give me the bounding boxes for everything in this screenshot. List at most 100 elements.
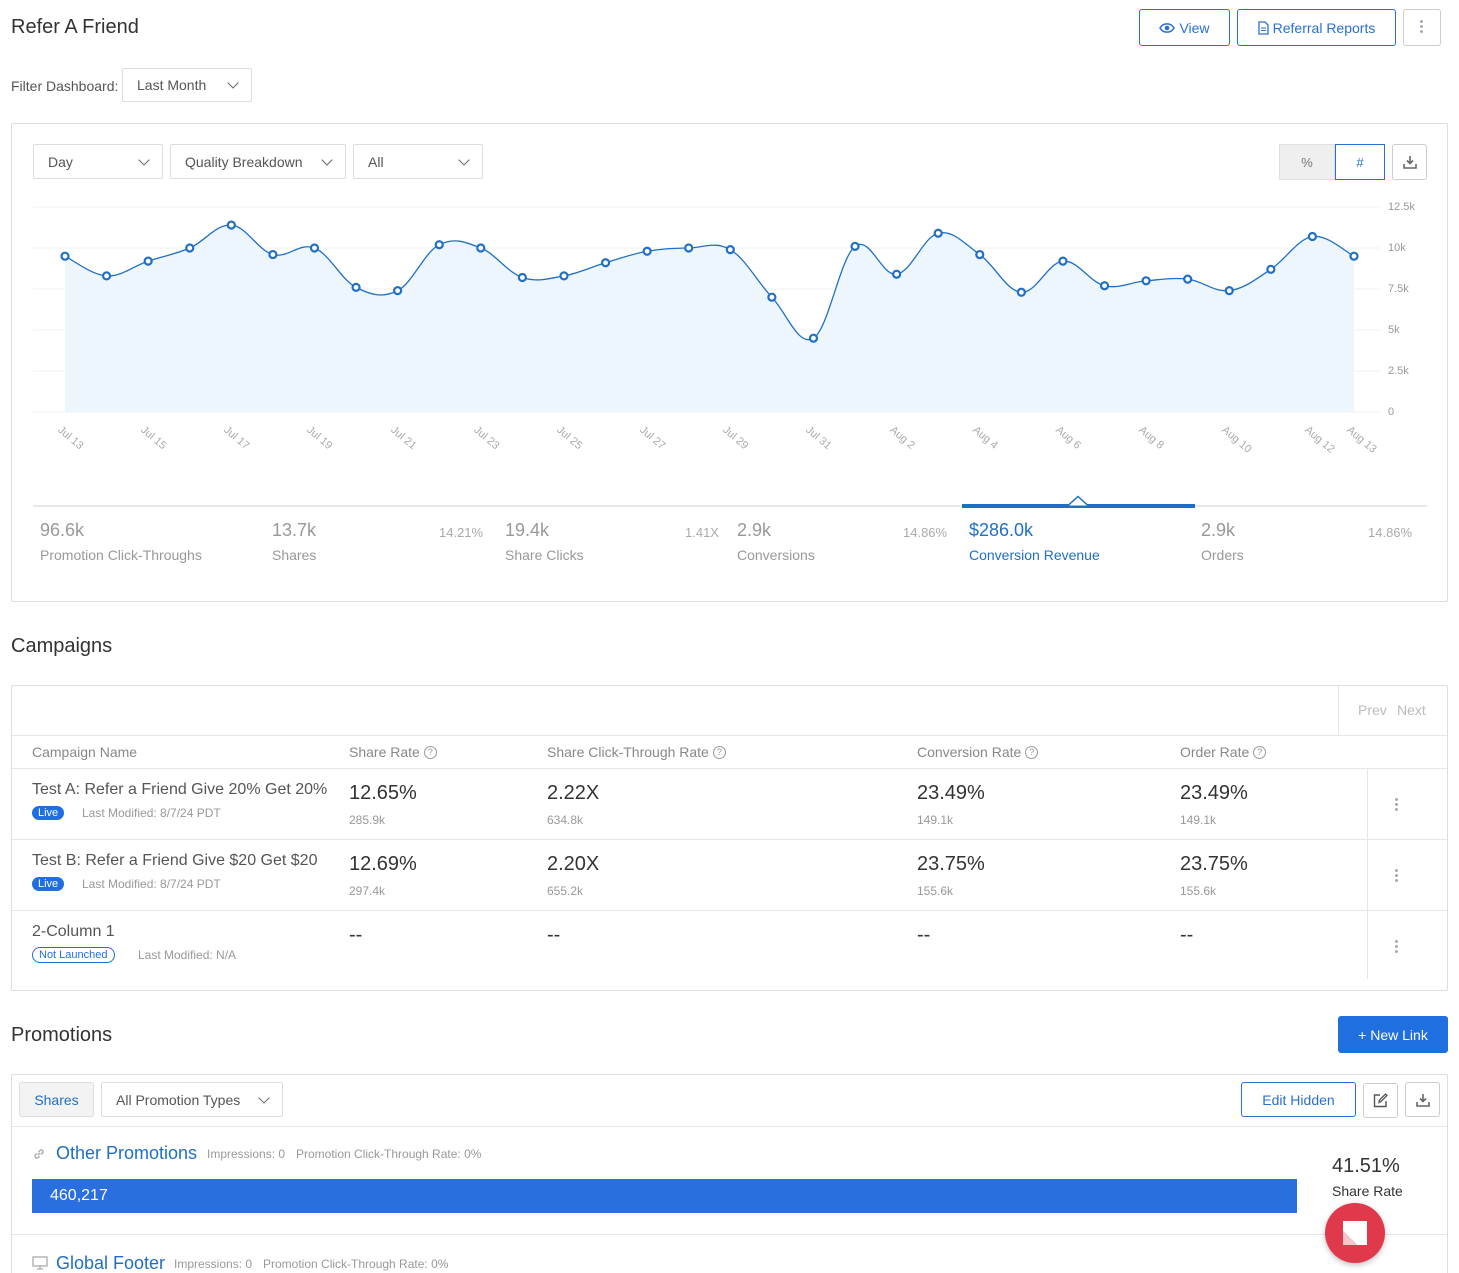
header-share-ctr[interactable]: Share Click-Through Rate?	[547, 744, 726, 760]
conversion-count: 155.6k	[917, 884, 954, 898]
edit-icon	[1373, 1093, 1388, 1108]
data-point[interactable]	[1183, 274, 1193, 284]
shares-tab[interactable]: Shares	[19, 1082, 94, 1117]
data-point[interactable]	[185, 243, 195, 253]
data-point[interactable]	[1016, 287, 1026, 297]
divider	[12, 768, 1447, 769]
data-point[interactable]	[1099, 281, 1110, 291]
help-icon[interactable]: ?	[712, 745, 726, 759]
promotion-share-rate-label: Share Rate	[1332, 1183, 1403, 1199]
share-rate-value: 12.69%	[349, 853, 417, 875]
stat-orders[interactable]: 2.9k Orders	[1201, 520, 1244, 563]
data-point[interactable]	[268, 249, 278, 260]
data-point[interactable]	[1058, 256, 1068, 266]
data-point[interactable]	[226, 220, 236, 230]
promotion-type-select[interactable]: All Promotion Types	[101, 1082, 283, 1117]
data-point[interactable]	[476, 243, 486, 253]
row-menu-icon[interactable]	[1395, 940, 1399, 955]
data-point[interactable]	[975, 249, 985, 260]
help-icon[interactable]: ?	[423, 745, 437, 759]
campaign-name-link[interactable]: Test B: Refer a Friend Give $20 Get $20	[32, 852, 317, 870]
divider	[1338, 686, 1339, 735]
conversion-rate-value: --	[917, 924, 931, 946]
divider	[12, 910, 1447, 911]
data-point[interactable]	[1307, 231, 1318, 242]
stat-click-throughs[interactable]: 96.6k Promotion Click-Throughs	[40, 520, 202, 563]
next-button[interactable]: Next	[1397, 702, 1426, 718]
y-tick-label: 12.5k	[1388, 201, 1415, 213]
y-tick-label: 10k	[1388, 242, 1406, 254]
help-icon[interactable]: ?	[1025, 745, 1039, 759]
promotion-share-rate: 41.51%	[1332, 1155, 1400, 1177]
stat-conversions[interactable]: 2.9k Conversions	[737, 520, 815, 563]
area-fill	[65, 224, 1354, 412]
data-point[interactable]	[434, 240, 444, 250]
share-rate-value: --	[349, 924, 363, 946]
edit-button[interactable]	[1363, 1083, 1398, 1118]
data-point[interactable]	[101, 271, 112, 281]
data-point[interactable]	[1266, 264, 1276, 274]
stat-value: 19.4k	[505, 520, 550, 540]
link-icon	[34, 1149, 44, 1159]
y-tick-label: 5k	[1388, 324, 1400, 336]
header-share-rate[interactable]: Share Rate?	[349, 744, 437, 760]
data-point[interactable]	[143, 256, 153, 266]
edit-hidden-button[interactable]: Edit Hidden	[1241, 1082, 1356, 1117]
campaigns-panel	[11, 685, 1448, 991]
promotions-download-button[interactable]	[1405, 1082, 1440, 1117]
share-ctr-count: 634.8k	[547, 813, 584, 827]
prev-button[interactable]: Prev	[1358, 702, 1387, 718]
order-count: 155.6k	[1180, 884, 1217, 898]
data-point[interactable]	[309, 243, 320, 253]
data-point[interactable]	[767, 292, 777, 302]
data-point[interactable]	[1141, 276, 1151, 286]
conversion-count: 149.1k	[917, 813, 954, 827]
promotion-bar-value: 460,217	[50, 1187, 108, 1204]
data-point[interactable]	[892, 269, 902, 279]
y-tick-label: 0	[1388, 406, 1395, 418]
row-menu-icon[interactable]	[1395, 798, 1399, 813]
data-point[interactable]	[559, 271, 569, 281]
stat-conversion-revenue[interactable]: $286.0k Conversion Revenue	[969, 520, 1100, 563]
data-point[interactable]	[725, 245, 735, 255]
last-modified: Last Modified: N/A	[138, 948, 237, 962]
stat-label: Conversion Revenue	[969, 547, 1100, 563]
stat-value: 2.9k	[737, 520, 772, 540]
chat-widget-button[interactable]	[1325, 1203, 1385, 1263]
header-order-rate[interactable]: Order Rate?	[1180, 744, 1267, 760]
promotion-name-link[interactable]: Other Promotions	[56, 1143, 197, 1164]
stat-label: Promotion Click-Throughs	[40, 547, 202, 563]
row-menu-icon[interactable]	[1395, 869, 1399, 884]
data-point[interactable]	[1349, 251, 1359, 261]
stat-label: Share Clicks	[505, 547, 584, 563]
data-point[interactable]	[850, 241, 860, 251]
help-icon[interactable]: ?	[1253, 745, 1267, 759]
promotion-name-link[interactable]: Global Footer	[56, 1253, 165, 1273]
data-point[interactable]	[393, 286, 403, 296]
data-point[interactable]	[684, 243, 694, 253]
header-campaign-name[interactable]: Campaign Name	[32, 744, 137, 760]
header-label: Campaign Name	[32, 744, 138, 760]
data-point[interactable]	[60, 251, 70, 261]
stat-share-clicks[interactable]: 19.4k Share Clicks	[505, 520, 584, 563]
stat-value: 96.6k	[40, 520, 85, 540]
data-point[interactable]	[517, 272, 527, 283]
data-point[interactable]	[642, 246, 652, 256]
share-rate-value: 12.65%	[349, 782, 417, 804]
header-conversion-rate[interactable]: Conversion Rate?	[917, 744, 1039, 760]
status-badge: Not Launched	[32, 947, 115, 963]
data-point[interactable]	[933, 228, 943, 238]
data-point[interactable]	[1224, 286, 1234, 296]
stat-shares[interactable]: 13.7k Shares	[272, 520, 316, 563]
data-point[interactable]	[808, 333, 819, 343]
share-ctr-count: 655.2k	[547, 884, 584, 898]
desktop-icon	[32, 1256, 48, 1270]
download-icon	[1415, 1093, 1430, 1107]
new-link-button[interactable]: + New Link	[1338, 1016, 1448, 1053]
campaign-name-link[interactable]: 2-Column 1	[32, 923, 115, 941]
stat-rate: 14.86%	[1368, 525, 1413, 540]
data-point[interactable]	[351, 282, 361, 292]
last-modified: Last Modified: 8/7/24 PDT	[82, 877, 221, 891]
campaign-name-link[interactable]: Test A: Refer a Friend Give 20% Get 20%	[32, 781, 327, 799]
data-point[interactable]	[600, 258, 611, 268]
